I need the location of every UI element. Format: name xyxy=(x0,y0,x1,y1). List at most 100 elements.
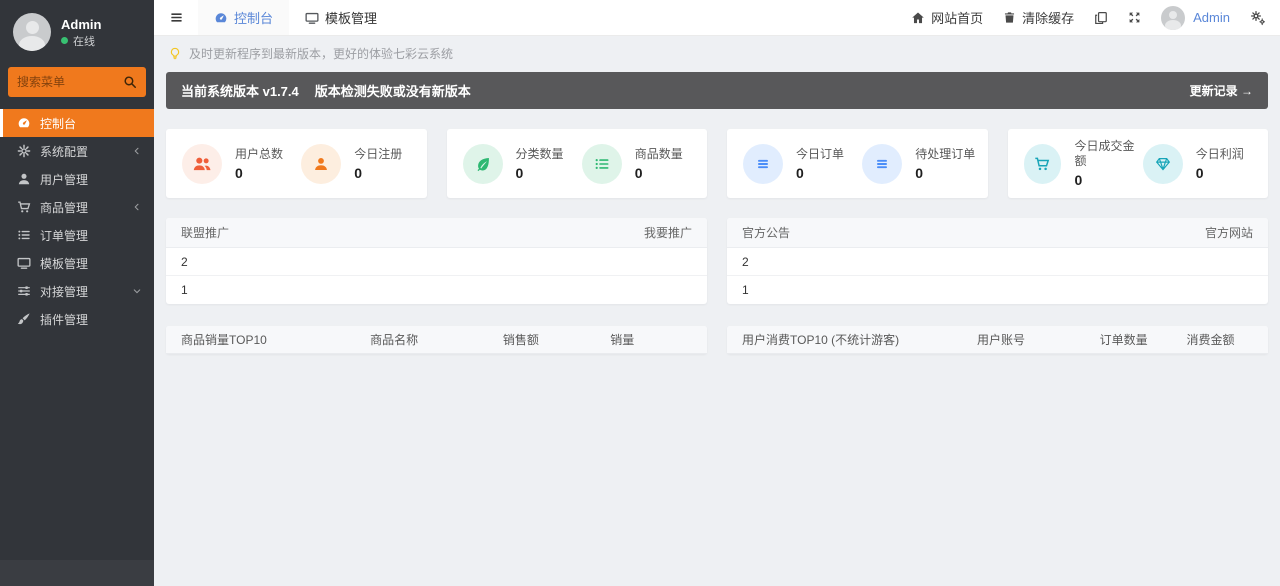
list-item[interactable]: 2 xyxy=(166,248,707,276)
avatar xyxy=(13,13,51,51)
column-header: 订单数量 xyxy=(1099,333,1148,347)
table-user-top10: 用户消费TOP10 (不统计游客) 用户账号 订单数量 消费金额 xyxy=(727,326,1268,354)
clear-cache-link[interactable]: 清除缓存 xyxy=(1003,8,1074,27)
search-icon[interactable] xyxy=(123,75,137,89)
stat-value: 0 xyxy=(1195,164,1204,181)
table-header: 商品销量TOP10 商品名称 销售额 销量 xyxy=(166,326,707,354)
stat-item: 商品数量 0 xyxy=(581,139,701,188)
sidebar-item-order-management[interactable]: 订单管理 xyxy=(0,221,154,249)
refresh-tabs-button[interactable] xyxy=(1094,11,1108,25)
gear-icon xyxy=(17,144,31,158)
stat-value: 0 xyxy=(796,164,804,181)
sidebar-profile[interactable]: Admin 在线 xyxy=(0,0,154,61)
sidebar-item-label: 系统配置 xyxy=(40,144,89,159)
affiliate-link[interactable]: 我要推广 xyxy=(644,224,692,241)
sidebar-item-label: 插件管理 xyxy=(40,312,89,327)
settings-button[interactable] xyxy=(1250,10,1266,26)
stat-label: 分类数量 xyxy=(515,146,564,161)
site-home-link[interactable]: 网站首页 xyxy=(911,8,983,27)
stat-label: 今日注册 xyxy=(354,146,403,161)
sidebar-menu: 控制台 系统配置 用户管理 商品管理 订单管理 模板管理 对接管理 插件管理 xyxy=(0,109,154,333)
list-item[interactable]: 1 xyxy=(727,276,1268,304)
sidebar-item-user-management[interactable]: 用户管理 xyxy=(0,165,154,193)
table-goods-top10: 商品销量TOP10 商品名称 销售额 销量 xyxy=(166,326,707,354)
users-icon xyxy=(182,143,222,184)
fullscreen-icon xyxy=(1128,11,1141,24)
tv-icon xyxy=(17,256,31,270)
update-log-link[interactable]: 更新记录 → xyxy=(1190,82,1253,99)
panel-affiliate: 联盟推广 我要推广 2 1 xyxy=(166,218,707,304)
sidebar-item-label: 对接管理 xyxy=(40,284,89,299)
chevron-left-icon xyxy=(132,202,142,212)
cart-icon xyxy=(1023,143,1062,184)
sidebar-item-system-config[interactable]: 系统配置 xyxy=(0,137,154,165)
cart-icon xyxy=(17,200,31,214)
menu-search-input[interactable] xyxy=(17,75,123,89)
stat-label: 用户总数 xyxy=(235,146,284,161)
profile-status: 在线 xyxy=(61,33,101,49)
stat-item: 用户总数 0 xyxy=(182,139,301,188)
sliders-icon xyxy=(17,284,31,298)
official-site-link[interactable]: 官方网站 xyxy=(1205,224,1253,241)
stat-value: 0 xyxy=(1074,172,1083,188)
stat-item: 今日注册 0 xyxy=(301,139,420,188)
stat-item: 分类数量 0 xyxy=(462,139,582,188)
stat-item: 今日订单 0 xyxy=(743,139,862,188)
topbar-user-menu[interactable]: Admin xyxy=(1161,5,1230,30)
stat-card-orders: 今日订单 0 待处理订单 0 xyxy=(727,129,988,198)
stat-item: 待处理订单 0 xyxy=(862,139,981,188)
sidebar-item-integration-management[interactable]: 对接管理 xyxy=(0,277,154,305)
stat-value: 0 xyxy=(915,164,924,181)
sidebar-item-label: 用户管理 xyxy=(40,172,89,187)
column-header: 消费金额 xyxy=(1186,333,1235,347)
sidebar: Admin 在线 控制台 系统配置 用户管理 商品管理 订单管理 xyxy=(0,0,154,586)
stat-card-goods: 分类数量 0 商品数量 0 xyxy=(446,129,707,198)
sidebar-item-label: 模板管理 xyxy=(40,256,89,271)
sidebar-item-template-management[interactable]: 模板管理 xyxy=(0,249,154,277)
sidebar-item-label: 控制台 xyxy=(40,116,77,131)
content: 及时更新程序到最新版本，更好的体验七彩云系统 当前系统版本 v1.7.4 版本检… xyxy=(154,36,1280,354)
site-home-label: 网站首页 xyxy=(931,11,984,26)
hamburger-button[interactable] xyxy=(154,0,198,35)
avatar xyxy=(1161,5,1186,30)
list-item[interactable]: 2 xyxy=(727,248,1268,276)
hamburger-icon xyxy=(169,10,184,25)
tv-icon xyxy=(305,11,319,25)
column-header: 销量 xyxy=(610,333,635,347)
list-icon xyxy=(581,143,622,184)
stat-label: 今日订单 xyxy=(796,146,845,161)
sidebar-item-label: 订单管理 xyxy=(40,228,89,243)
stat-label: 今日成交金额 xyxy=(1074,139,1135,168)
bars-icon xyxy=(862,143,903,184)
sidebar-item-label: 商品管理 xyxy=(40,200,89,215)
stat-value: 0 xyxy=(354,164,363,181)
profile-username: Admin xyxy=(61,16,102,32)
stat-item: 今日利润 0 xyxy=(1142,139,1262,188)
tables-row: 商品销量TOP10 商品名称 销售额 销量 用户消费TOP10 (不统计游客) … xyxy=(166,326,1268,354)
panel-title: 官方公告 xyxy=(742,226,791,240)
stat-label: 今日利润 xyxy=(1195,146,1244,161)
table-title: 商品销量TOP10 xyxy=(181,333,267,347)
fullscreen-button[interactable] xyxy=(1128,11,1141,24)
sidebar-item-dashboard[interactable]: 控制台 xyxy=(0,109,154,137)
dashboard-icon xyxy=(17,116,31,130)
stat-item: 今日成交金额 0 xyxy=(1023,139,1143,188)
list-item[interactable]: 1 xyxy=(166,276,707,304)
version-banner: 当前系统版本 v1.7.4 版本检测失败或没有新版本 更新记录 → xyxy=(166,72,1268,109)
sidebar-item-goods-management[interactable]: 商品管理 xyxy=(0,193,154,221)
update-notice: 及时更新程序到最新版本，更好的体验七彩云系统 xyxy=(166,36,1268,70)
version-text: 当前系统版本 v1.7.4 xyxy=(181,84,299,99)
user-icon xyxy=(17,172,31,186)
tab-template-management[interactable]: 模板管理 xyxy=(289,0,393,35)
tab-dashboard[interactable]: 控制台 xyxy=(198,0,290,35)
stat-label: 商品数量 xyxy=(634,146,683,161)
home-icon xyxy=(911,11,925,25)
panels-row: 联盟推广 我要推广 2 1 官方公告 官方网站 2 1 xyxy=(166,218,1268,304)
menu-search xyxy=(8,67,146,97)
table-header: 用户消费TOP10 (不统计游客) 用户账号 订单数量 消费金额 xyxy=(727,326,1268,354)
chevron-left-icon xyxy=(132,146,142,156)
sidebar-item-plugin-management[interactable]: 插件管理 xyxy=(0,305,154,333)
bars-icon xyxy=(743,143,783,184)
sidebar-footer xyxy=(0,560,154,586)
topbar: 控制台 模板管理 网站首页 清除缓存 Admin xyxy=(154,0,1280,36)
